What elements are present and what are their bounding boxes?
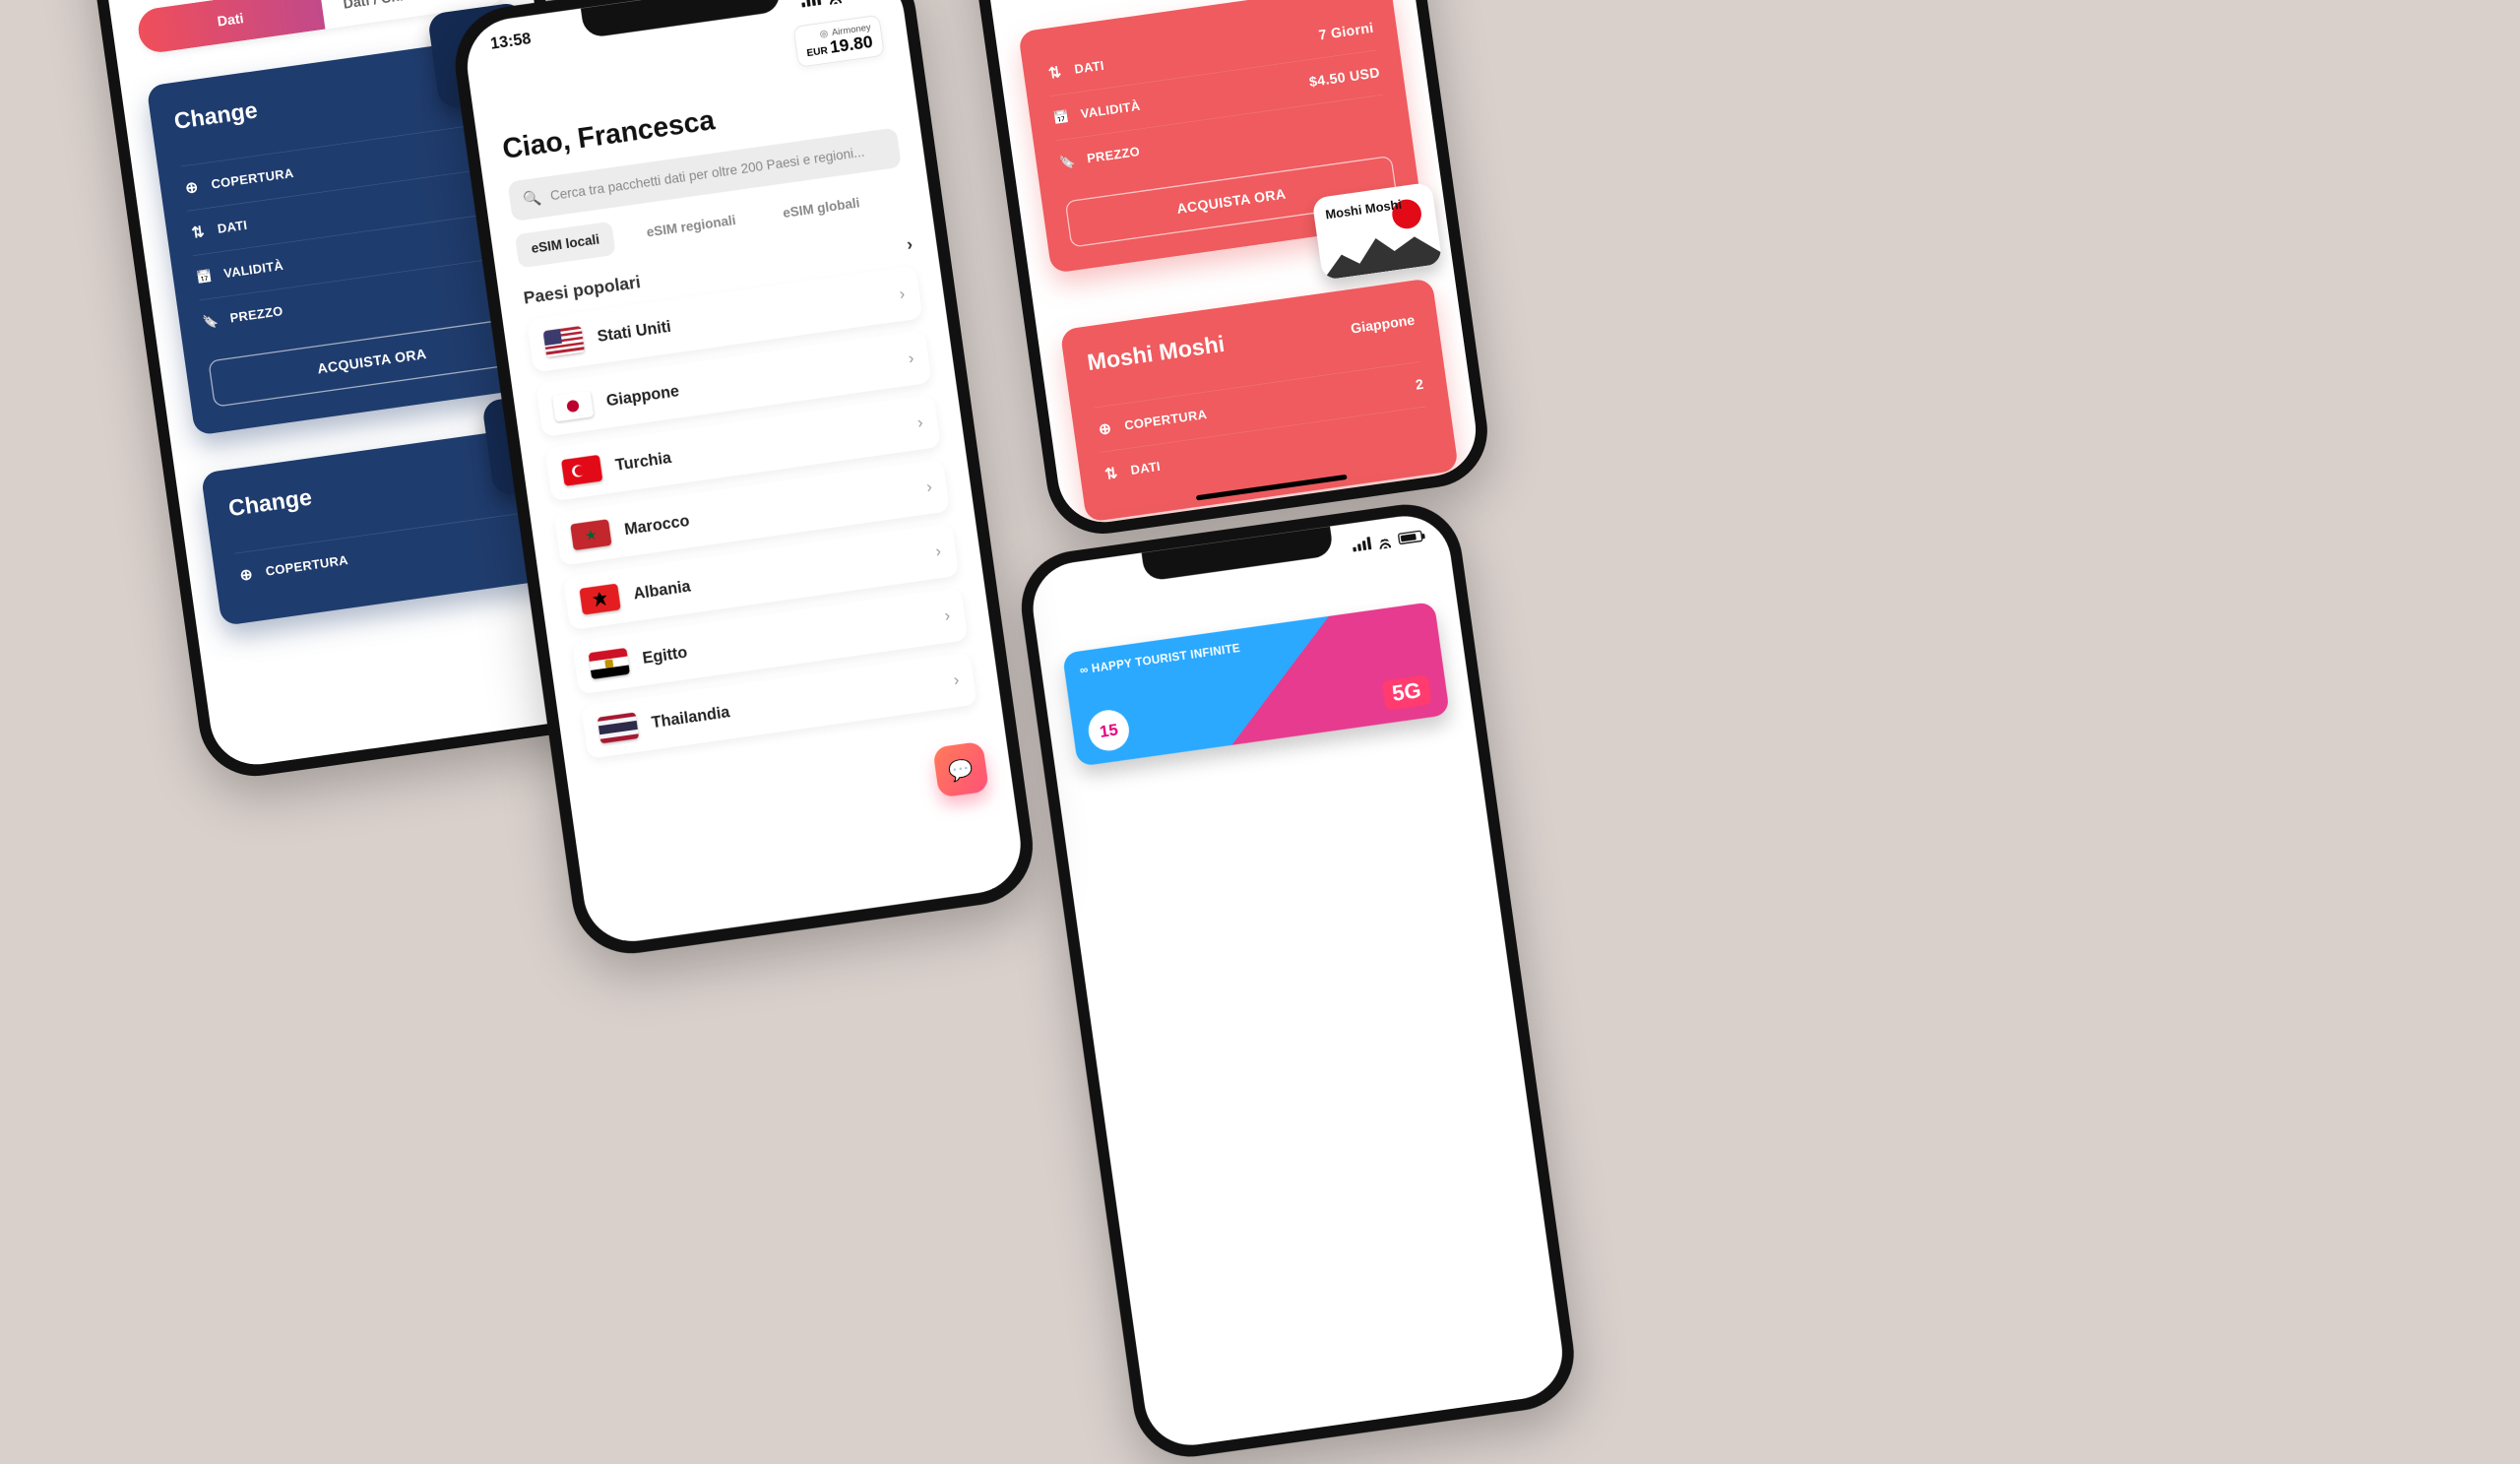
chevron-right-icon [898,285,906,303]
spec-coverage-label: COPERTURA [1123,408,1208,433]
happy-title: ∞ HAPPY TOURIST INFINITE [1079,616,1422,677]
globe-icon [237,565,256,584]
battery-icon [1398,530,1423,544]
spec-validity-label: VALIDITÀ [222,259,284,282]
section-title: Paesi popolari [522,272,641,308]
tab-esim-locali[interactable]: eSIM locali [515,222,616,269]
calendar-icon [195,268,214,286]
spec-data-label: DATI [1074,58,1105,77]
brand-card-happy-tourist[interactable]: ∞ HAPPY TOURIST INFINITE 15 5G [1062,602,1450,767]
plan-title: Moshi Moshi [1086,331,1227,376]
spec-coverage: COPERTURA [235,508,563,598]
brand-chip-text: Moshi Moshi [1325,198,1403,223]
phone-pricing-red: DATI 7 Giorni VALIDITÀ $4.50 USD PREZZO … [927,0,1494,541]
country-name: Marocco [623,512,690,540]
clock: 13:58 [489,30,533,53]
country-name: Giappone [605,382,680,411]
chevron-right-icon [934,542,942,561]
price-tag-icon [202,312,220,331]
brand-chip-moshi: Moshi Moshi [1312,182,1443,281]
flag-al-icon [579,584,620,615]
country-name: Albania [632,577,691,604]
spec-coverage-value: 2 [1415,376,1424,394]
signal-icon [1352,537,1371,551]
spec-price-label: PREZZO [1086,145,1141,166]
data-icon [1045,63,1064,82]
chevron-right-icon [943,606,951,625]
country-name: Thailandia [651,703,731,732]
chevron-right-icon [953,670,961,689]
chat-fab[interactable] [932,741,989,798]
spec-data-label: DATI [1130,460,1162,478]
globe-icon [1096,419,1114,438]
segment-dati[interactable]: Dati [136,0,326,55]
five-g-badge: 5G [1382,674,1432,711]
chevron-right-icon [908,349,915,367]
spec-data-label: DATI [217,218,248,236]
signal-icon [800,0,821,8]
happy-days-badge: 15 [1086,708,1132,754]
phone-happy-tourist: ∞ HAPPY TOURIST INFINITE 15 5G [1014,497,1581,1464]
chat-icon [947,755,976,785]
spec-coverage-label: COPERTURA [265,553,349,579]
flag-us-icon [543,326,585,357]
flag-eg-icon [589,648,630,679]
spec-price-label: PREZZO [229,304,284,326]
calendar-icon [1052,108,1071,127]
country-name: Egitto [641,643,688,668]
plan-subtitle: Giappone [1350,312,1416,338]
price-tag-icon [1058,153,1077,171]
flag-ma-icon [570,519,611,550]
search-icon [522,189,542,209]
spec-coverage-label: COPERTURA [211,166,295,192]
plan-card-red[interactable]: DATI 7 Giorni VALIDITÀ $4.50 USD PREZZO … [1018,0,1423,274]
spec-validity-label: VALIDITÀ [1080,98,1142,121]
chevron-right-icon [916,414,924,432]
data-icon [189,223,208,241]
flag-jp-icon [552,390,594,421]
spec-data-value: 7 Giorni [1318,20,1375,43]
chevron-right-icon[interactable] [906,233,914,254]
flag-th-icon [598,712,639,743]
chevron-right-icon [925,477,933,496]
wifi-icon [1376,533,1393,549]
wifi-icon [826,0,844,5]
globe-icon [182,178,201,197]
country-name: Turchia [614,449,672,476]
data-icon [1102,464,1121,482]
flag-tr-icon [561,455,602,486]
country-name: Stati Uniti [597,317,672,346]
phone-home-francesca: 13:58 ◎Airmoney EUR19.80 Ciao, Francesca… [448,0,1040,961]
spec-validity-value: $4.50 USD [1308,64,1381,91]
tab-esim-globali[interactable]: eSIM globali [766,184,876,232]
airmoney-currency: EUR [806,45,829,59]
tab-esim-regionali[interactable]: eSIM regionali [630,202,753,252]
